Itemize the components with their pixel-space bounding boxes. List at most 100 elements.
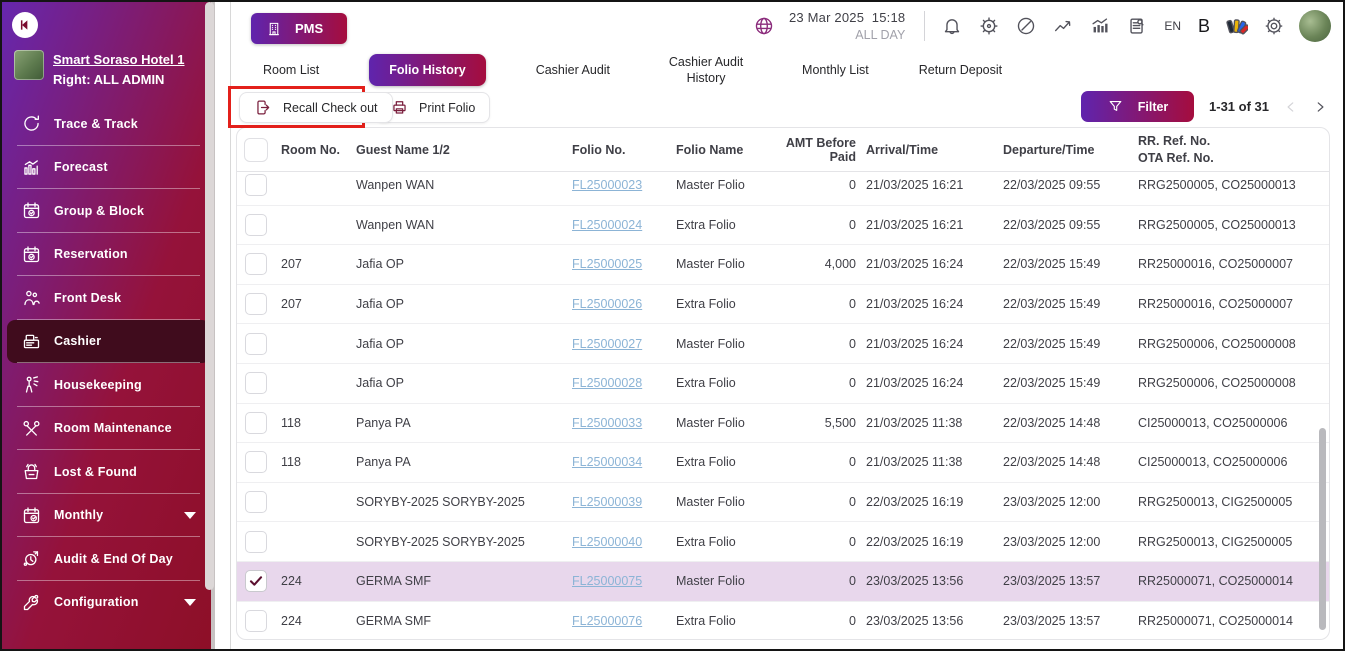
- row-checkbox[interactable]: [245, 412, 267, 434]
- table-row[interactable]: 207Jafia OPFL25000025Master Folio4,00021…: [237, 245, 1329, 285]
- row-checkbox[interactable]: [245, 491, 267, 513]
- table-row[interactable]: SORYBY-2025 SORYBY-2025FL25000040Extra F…: [237, 522, 1329, 562]
- sidebar-item-group-block[interactable]: Group & Block: [7, 189, 210, 233]
- bar-chart-icon[interactable]: [1088, 14, 1112, 38]
- row-checkbox[interactable]: [245, 570, 267, 592]
- settings-gear-icon[interactable]: [1262, 14, 1286, 38]
- folio-number-link[interactable]: FL25000023: [572, 178, 642, 192]
- sidebar-divider: [17, 362, 200, 363]
- calendar-icon: [21, 244, 42, 265]
- theme-palette-icon[interactable]: [1225, 14, 1249, 38]
- cell-arrival-time: 23/03/2025 13:56: [866, 614, 1003, 628]
- row-checkbox[interactable]: [245, 451, 267, 473]
- bold-toggle[interactable]: B: [1196, 16, 1212, 37]
- tab-folio-history[interactable]: Folio History: [369, 54, 485, 86]
- column-room-no: Room No.: [281, 143, 356, 157]
- printer-icon: [390, 98, 409, 117]
- row-checkbox[interactable]: [245, 372, 267, 394]
- folio-number-link[interactable]: FL25000025: [572, 257, 642, 271]
- table-row[interactable]: Wanpen WANFL25000024Extra Folio021/03/20…: [237, 206, 1329, 246]
- sidebar-item-housekeeping[interactable]: Housekeeping: [7, 363, 210, 407]
- select-all-checkbox[interactable]: [244, 138, 268, 162]
- sidebar-item-lost-found[interactable]: Lost & Found: [7, 450, 210, 494]
- cell-amt-before-paid: 0: [784, 614, 866, 628]
- pms-button[interactable]: PMS: [251, 13, 347, 44]
- table-row[interactable]: 207Jafia OPFL25000026Extra Folio021/03/2…: [237, 285, 1329, 325]
- language-selector[interactable]: EN: [1162, 19, 1183, 33]
- row-checkbox[interactable]: [245, 174, 267, 196]
- row-checkbox[interactable]: [245, 214, 267, 236]
- folio-number-link[interactable]: FL25000075: [572, 574, 642, 588]
- cell-guest-name: Jafia OP: [356, 376, 572, 390]
- gauge-icon[interactable]: [1014, 14, 1038, 38]
- column-guest-name: Guest Name 1/2: [356, 143, 572, 157]
- cell-departure-time: 23/03/2025 12:00: [1003, 535, 1138, 549]
- line-chart-icon[interactable]: [1051, 14, 1075, 38]
- row-checkbox[interactable]: [245, 253, 267, 275]
- table-row[interactable]: SORYBY-2025 SORYBY-2025FL25000039Master …: [237, 483, 1329, 523]
- sidebar-item-audit-end-of-day[interactable]: Audit & End Of Day: [7, 537, 210, 581]
- table-row[interactable]: 118Panya PAFL25000033Master Folio5,50021…: [237, 404, 1329, 444]
- tab-cashier-audit[interactable]: Cashier Audit: [536, 63, 610, 77]
- row-checkbox[interactable]: [245, 333, 267, 355]
- sidebar-item-label: Audit & End Of Day: [54, 552, 173, 566]
- recall-checkout-label: Recall Check out: [283, 101, 378, 115]
- row-checkbox[interactable]: [245, 610, 267, 632]
- folio-number-link[interactable]: FL25000027: [572, 337, 642, 351]
- sidebar-collapse-button[interactable]: [12, 12, 38, 38]
- cell-amt-before-paid: 0: [784, 495, 866, 509]
- sidebar-item-room-maintenance[interactable]: Room Maintenance: [7, 407, 210, 451]
- folio-number-link[interactable]: FL25000039: [572, 495, 642, 509]
- table-scrollbar-thumb[interactable]: [1319, 428, 1326, 630]
- table-row[interactable]: Jafia OPFL25000027Master Folio021/03/202…: [237, 324, 1329, 364]
- cashier-icon: [21, 331, 42, 352]
- tab-return-deposit[interactable]: Return Deposit: [919, 63, 1002, 77]
- hotel-name[interactable]: Smart Soraso Hotel 1: [53, 50, 185, 70]
- report-icon[interactable]: [1125, 14, 1149, 38]
- cell-arrival-time: 21/03/2025 16:21: [866, 218, 1003, 232]
- folio-number-link[interactable]: FL25000028: [572, 376, 642, 390]
- sidebar-item-cashier[interactable]: Cashier: [7, 320, 210, 364]
- table-row[interactable]: 224GERMA SMFFL25000076Extra Folio023/03/…: [237, 602, 1329, 639]
- cell-arrival-time: 22/03/2025 16:19: [866, 535, 1003, 549]
- row-checkbox[interactable]: [245, 293, 267, 315]
- sidebar-item-monthly[interactable]: Monthly: [7, 494, 210, 538]
- sidebar-scrollbar-thumb[interactable]: [205, 2, 214, 590]
- cell-arrival-time: 21/03/2025 16:24: [866, 376, 1003, 390]
- folio-number-link[interactable]: FL25000033: [572, 416, 642, 430]
- pagination-next-button[interactable]: [1313, 100, 1327, 114]
- table-row[interactable]: 224GERMA SMFFL25000075Master Folio023/03…: [237, 562, 1329, 602]
- folio-number-link[interactable]: FL25000076: [572, 614, 642, 628]
- sidebar-item-forecast[interactable]: Forecast: [7, 146, 210, 190]
- cell-room-no: 118: [281, 416, 356, 430]
- sidebar-item-trace-track[interactable]: Trace & Track: [7, 102, 210, 146]
- table-row[interactable]: 118Panya PAFL25000034Extra Folio021/03/2…: [237, 443, 1329, 483]
- cell-amt-before-paid: 0: [784, 297, 866, 311]
- cell-ref-no: CI25000013, CO25000006: [1138, 455, 1329, 469]
- notifications-bell-icon[interactable]: [940, 14, 964, 38]
- user-avatar[interactable]: [1299, 10, 1331, 42]
- sidebar-item-configuration[interactable]: Configuration: [7, 581, 210, 625]
- pagination-prev-button[interactable]: [1284, 100, 1298, 114]
- recall-checkout-button[interactable]: Recall Check out: [239, 92, 393, 123]
- table-row[interactable]: Wanpen WANFL25000023Master Folio021/03/2…: [237, 172, 1329, 206]
- wheel-icon[interactable]: [977, 14, 1001, 38]
- sidebar-item-reservation[interactable]: Reservation: [7, 233, 210, 277]
- row-checkbox[interactable]: [245, 531, 267, 553]
- sidebar-item-label: Front Desk: [54, 291, 121, 305]
- cell-ref-no: RR25000016, CO25000007: [1138, 257, 1329, 271]
- sidebar-divider: [17, 449, 200, 450]
- sidebar-item-front-desk[interactable]: Front Desk: [7, 276, 210, 320]
- folio-number-link[interactable]: FL25000040: [572, 535, 642, 549]
- folio-number-link[interactable]: FL25000034: [572, 455, 642, 469]
- table-row[interactable]: Jafia OPFL25000028Extra Folio021/03/2025…: [237, 364, 1329, 404]
- folio-number-link[interactable]: FL25000026: [572, 297, 642, 311]
- tab-room-list[interactable]: Room List: [263, 63, 319, 77]
- globe-icon[interactable]: [752, 14, 776, 38]
- folio-number-link[interactable]: FL25000024: [572, 218, 642, 232]
- cell-amt-before-paid: 0: [784, 376, 866, 390]
- tab-monthly-list[interactable]: Monthly List: [802, 63, 869, 77]
- cell-folio-name: Extra Folio: [676, 535, 784, 549]
- tab-cashier-audit-history[interactable]: Cashier Audit History: [660, 54, 752, 87]
- filter-button[interactable]: Filter: [1081, 91, 1194, 122]
